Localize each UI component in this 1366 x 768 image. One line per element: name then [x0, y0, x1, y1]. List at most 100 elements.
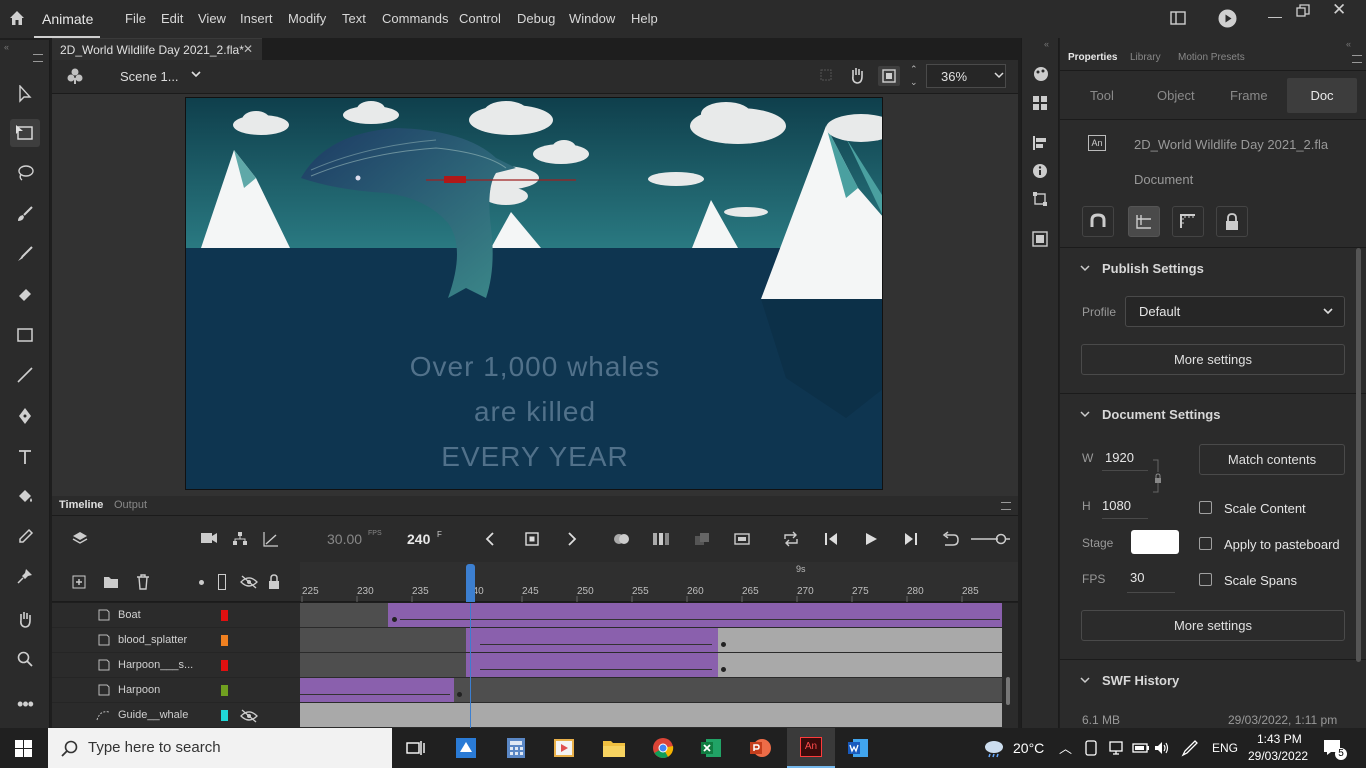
- new-folder-icon[interactable]: [103, 575, 119, 589]
- tab-library[interactable]: Library: [1130, 52, 1161, 63]
- taskbar-chrome-icon[interactable]: [643, 734, 683, 762]
- menu-insert[interactable]: Insert: [240, 11, 273, 26]
- swatches-icon[interactable]: [1032, 95, 1048, 111]
- layers-icon[interactable]: [72, 530, 88, 546]
- publish-more-settings-button[interactable]: More settings: [1081, 344, 1345, 375]
- menu-edit[interactable]: Edit: [161, 11, 183, 26]
- expand-arrows-icon[interactable]: «: [1044, 39, 1049, 49]
- frame-row[interactable]: [300, 703, 1002, 728]
- step-back-icon[interactable]: [823, 532, 839, 546]
- menu-modify[interactable]: Modify: [288, 11, 326, 26]
- tween-span[interactable]: [466, 628, 718, 652]
- scale-content-checkbox[interactable]: [1199, 501, 1212, 514]
- lock-guides-icon[interactable]: [1216, 206, 1248, 237]
- rewind-loop-icon[interactable]: [942, 531, 960, 547]
- delete-layer-icon[interactable]: [136, 574, 150, 590]
- tab-output[interactable]: Output: [114, 499, 147, 511]
- workspace-layout-icon[interactable]: [1170, 11, 1186, 25]
- menu-control[interactable]: Control: [459, 11, 501, 26]
- apply-to-pasteboard-checkbox[interactable]: [1199, 537, 1212, 550]
- frame-row[interactable]: [300, 653, 1002, 678]
- swf-history-title[interactable]: SWF History: [1102, 673, 1179, 688]
- selection-tool-icon[interactable]: [10, 80, 40, 108]
- next-keyframe-icon[interactable]: [567, 532, 577, 546]
- new-layer-icon[interactable]: [72, 575, 86, 589]
- text-tool-icon[interactable]: [10, 443, 40, 471]
- weather-icon[interactable]: [983, 738, 1005, 758]
- frame-grid[interactable]: [300, 603, 1018, 728]
- properties-scrollbar[interactable]: [1356, 248, 1361, 662]
- subtab-doc[interactable]: Doc: [1287, 78, 1357, 113]
- clip-content-icon[interactable]: [878, 66, 900, 86]
- onion-skin-icon[interactable]: [612, 531, 632, 547]
- menu-file[interactable]: File: [125, 11, 146, 26]
- stage-color-swatch[interactable]: [1131, 530, 1179, 554]
- current-frame-value[interactable]: 240: [407, 531, 430, 547]
- taskbar-search-input[interactable]: Type here to search: [48, 728, 392, 768]
- tween-span[interactable]: [466, 653, 718, 677]
- subtab-object[interactable]: Object: [1157, 88, 1195, 103]
- layer-row-harpoon-s[interactable]: Harpoon___s...: [52, 653, 300, 678]
- swf-history-chevron-icon[interactable]: [1080, 675, 1090, 685]
- menu-view[interactable]: View: [198, 11, 226, 26]
- home-icon[interactable]: [8, 9, 26, 27]
- tray-chevron-up-icon[interactable]: ︿: [1059, 738, 1072, 757]
- tray-battery-icon[interactable]: [1132, 740, 1150, 756]
- brush-tool-icon[interactable]: [10, 240, 40, 268]
- fps-input[interactable]: 30: [1130, 570, 1144, 585]
- play-icon[interactable]: [864, 532, 878, 546]
- tween-span[interactable]: [388, 603, 1002, 627]
- more-tools-icon[interactable]: •••: [10, 690, 40, 718]
- tab-timeline[interactable]: Timeline: [59, 499, 103, 511]
- eyedropper-tool-icon[interactable]: [10, 523, 40, 551]
- insert-keyframe-icon[interactable]: [525, 532, 539, 546]
- taskbar-calculator-icon[interactable]: [496, 734, 536, 762]
- layer-color-swatch[interactable]: [221, 635, 228, 646]
- app-title[interactable]: Animate: [34, 0, 100, 38]
- parenting-view-icon[interactable]: [232, 531, 248, 547]
- tray-date[interactable]: 29/03/2022: [1248, 749, 1308, 763]
- rectangle-tool-icon[interactable]: [10, 321, 40, 349]
- camera-icon[interactable]: [200, 531, 218, 545]
- pen-tool-icon[interactable]: [10, 402, 40, 430]
- assets-icon[interactable]: [1032, 66, 1050, 82]
- tray-network-icon[interactable]: [1108, 740, 1124, 756]
- fps-value[interactable]: 30.00: [327, 531, 362, 547]
- hidden-layer-eye-icon[interactable]: [240, 709, 258, 723]
- restore-icon[interactable]: [1296, 4, 1310, 18]
- layer-color-swatch[interactable]: [221, 685, 228, 696]
- profile-select[interactable]: Default: [1125, 296, 1345, 327]
- width-input[interactable]: 1920: [1105, 450, 1134, 465]
- zoom-tool-icon[interactable]: [10, 645, 40, 673]
- tray-volume-icon[interactable]: [1154, 740, 1170, 756]
- eraser-tool-icon[interactable]: [10, 280, 40, 308]
- test-movie-play-icon[interactable]: [1218, 9, 1237, 28]
- tray-time[interactable]: 1:43 PM: [1257, 732, 1302, 746]
- subtab-frame[interactable]: Frame: [1230, 88, 1268, 103]
- panel-menu-icon[interactable]: [33, 54, 43, 62]
- match-contents-button[interactable]: Match contents: [1199, 444, 1345, 475]
- loop-icon[interactable]: [782, 531, 800, 547]
- panel-collapse-icon[interactable]: «: [1346, 39, 1351, 49]
- keyframe-dot[interactable]: [392, 617, 397, 622]
- menu-window[interactable]: Window: [569, 11, 615, 26]
- document-tab[interactable]: 2D_World Wildlife Day 2021_2.fla* ✕: [52, 38, 262, 60]
- playhead-handle[interactable]: [466, 564, 475, 602]
- frame-span[interactable]: [718, 653, 1002, 677]
- tray-language[interactable]: ENG: [1212, 741, 1238, 755]
- menu-text[interactable]: Text: [342, 11, 366, 26]
- menu-debug[interactable]: Debug: [517, 11, 555, 26]
- task-view-icon[interactable]: [396, 734, 436, 762]
- timeline-menu-icon[interactable]: [1001, 502, 1011, 510]
- taskbar-animate-active[interactable]: An: [787, 728, 835, 768]
- frame-row[interactable]: [300, 678, 1002, 703]
- frame-span[interactable]: [718, 628, 1002, 652]
- layer-row-blood-splatter[interactable]: blood_splatter: [52, 628, 300, 653]
- onion-skin-outlines-icon[interactable]: [652, 531, 670, 547]
- keyframe-dot[interactable]: [721, 667, 726, 672]
- info-icon[interactable]: [1032, 163, 1048, 179]
- menu-help[interactable]: Help: [631, 11, 658, 26]
- snap-to-objects-icon[interactable]: [1082, 206, 1114, 237]
- document-settings-chevron-icon[interactable]: [1080, 409, 1090, 419]
- step-forward-icon[interactable]: [903, 532, 919, 546]
